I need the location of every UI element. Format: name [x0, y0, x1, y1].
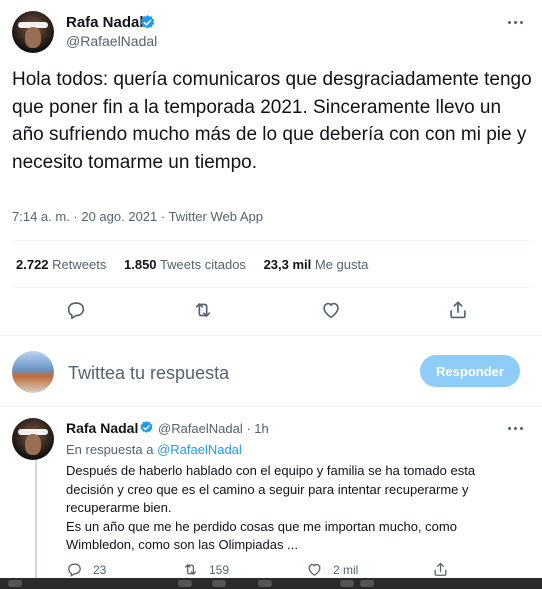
main-tweet: Rafa Nadal @RafaelNadal Hola todos: quer…: [0, 0, 542, 336]
reply-author-avatar[interactable]: [12, 418, 54, 460]
reply-icon[interactable]: [65, 299, 87, 321]
reply-share-action[interactable]: [432, 561, 449, 578]
reply-icon[interactable]: [66, 561, 83, 578]
thread-line: [35, 458, 37, 589]
retweet-icon[interactable]: [192, 299, 214, 321]
like-count: 2 mil: [333, 562, 359, 577]
reply-to-line: En respuesta a @RafaelNadal: [66, 442, 242, 457]
reply-input[interactable]: Twittea tu respuesta: [68, 363, 229, 384]
divider: [12, 287, 530, 288]
reply-retweet-action[interactable]: 159: [182, 561, 229, 578]
reply-text-paragraph: Después de haberlo hablado con el equipo…: [66, 463, 476, 515]
reply-handle-time[interactable]: @RafaelNadal · 1h: [158, 421, 269, 436]
likes-stat[interactable]: 23,3 mil Me gusta: [264, 257, 369, 272]
author-avatar[interactable]: [12, 11, 54, 53]
divider: [12, 240, 530, 241]
tweet-meta[interactable]: 7:14 a. m. · 20 ago. 2021 · Twitter Web …: [12, 209, 263, 224]
reply-button[interactable]: Responder: [420, 355, 520, 387]
like-icon[interactable]: [306, 561, 323, 578]
user-avatar[interactable]: [12, 351, 54, 393]
verified-badge-icon: [140, 15, 155, 29]
more-icon[interactable]: [505, 12, 525, 32]
reply-to-link[interactable]: @RafaelNadal: [157, 442, 242, 457]
reply-text-paragraph: Es un año que me he perdido cosas que me…: [66, 518, 457, 553]
retweets-stat[interactable]: 2.722 Retweets: [16, 257, 106, 272]
reply-text: Después de haberlo hablado con el equipo…: [66, 462, 516, 555]
reply-like-action[interactable]: 2 mil: [306, 561, 358, 578]
more-icon[interactable]: [505, 418, 525, 438]
retweet-count: 159: [209, 562, 230, 577]
reply-author-name[interactable]: Rafa Nadal: [66, 420, 138, 436]
quotes-stat[interactable]: 1.850 Tweets citados: [124, 257, 246, 272]
tweet-text: Hola todos: quería comunicaros que desgr…: [12, 69, 532, 173]
share-icon[interactable]: [432, 561, 449, 578]
author-name[interactable]: Rafa Nadal: [66, 14, 144, 31]
reply-count: 23: [93, 562, 107, 577]
author-handle[interactable]: @RafaelNadal: [66, 33, 157, 49]
retweet-icon[interactable]: [182, 561, 199, 578]
tweet-stats: 2.722 Retweets 1.850 Tweets citados 23,3…: [16, 257, 382, 272]
like-icon[interactable]: [320, 299, 342, 321]
share-icon[interactable]: [447, 299, 469, 321]
verified-badge-icon: [140, 420, 153, 433]
taskbar-strip: [0, 578, 542, 589]
reply-reply-action[interactable]: 23: [66, 561, 106, 578]
